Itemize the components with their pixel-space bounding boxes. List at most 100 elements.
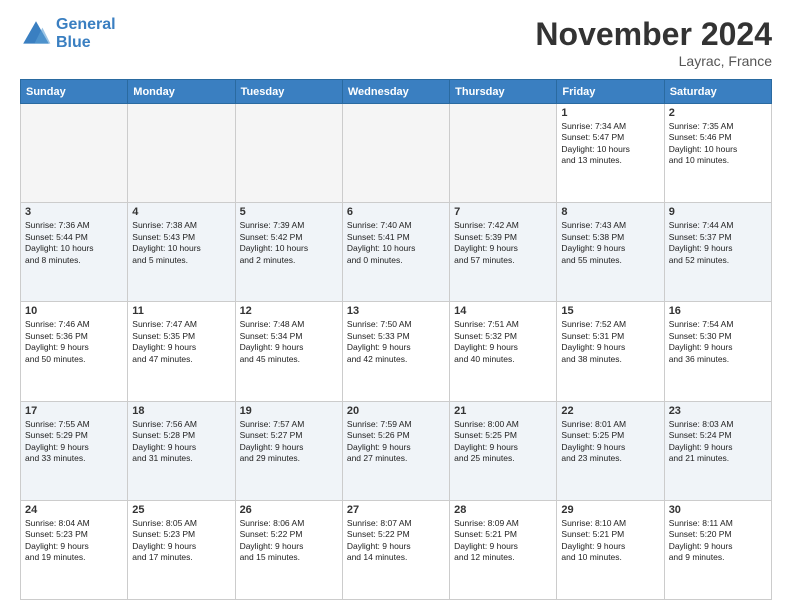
cell-info: Sunrise: 7:44 AM Sunset: 5:37 PM Dayligh…: [669, 220, 767, 266]
day-number: 17: [25, 405, 123, 417]
month-title: November 2024: [535, 16, 772, 53]
day-number: 8: [561, 206, 659, 218]
calendar-cell: 15Sunrise: 7:52 AM Sunset: 5:31 PM Dayli…: [557, 302, 664, 401]
day-number: 9: [669, 206, 767, 218]
calendar-week-row: 10Sunrise: 7:46 AM Sunset: 5:36 PM Dayli…: [21, 302, 772, 401]
weekday-header-monday: Monday: [128, 80, 235, 104]
day-number: 10: [25, 305, 123, 317]
calendar-week-row: 17 Sunrise: 7:55 AM Sunset: 5:29 PM Dayli…: [21, 401, 772, 500]
calendar-cell: [235, 104, 342, 203]
calendar-cell: 21 Sunrise: 8:00 AM Sunset: 5:25 PM Dayli…: [450, 401, 557, 500]
day-number: 27: [347, 504, 445, 516]
calendar-header-row: SundayMondayTuesdayWednesdayThursdayFrid…: [21, 80, 772, 104]
calendar-cell: 9 Sunrise: 7:44 AM Sunset: 5:37 PM Daylig…: [664, 203, 771, 302]
weekday-header-tuesday: Tuesday: [235, 80, 342, 104]
day-number: 29: [561, 504, 659, 516]
cell-info: Sunrise: 7:55 AM Sunset: 5:29 PM Dayligh…: [25, 419, 123, 465]
cell-info: Sunrise: 7:36 AM Sunset: 5:44 PM Dayligh…: [25, 220, 123, 266]
cell-info: Sunrise: 7:42 AM Sunset: 5:39 PM Dayligh…: [454, 220, 552, 266]
calendar-cell: 1 Sunrise: 7:34 AM Sunset: 5:47 PM Daylig…: [557, 104, 664, 203]
calendar-cell: 19 Sunrise: 7:57 AM Sunset: 5:27 PM Dayli…: [235, 401, 342, 500]
day-number: 11: [132, 305, 230, 317]
cell-info: Sunrise: 7:34 AM Sunset: 5:47 PM Dayligh…: [561, 121, 659, 167]
logo: General Blue: [20, 16, 116, 51]
calendar-cell: 24Sunrise: 8:04 AM Sunset: 5:23 PM Dayli…: [21, 500, 128, 599]
day-number: 15: [561, 305, 659, 317]
day-number: 22: [561, 405, 659, 417]
cell-info: Sunrise: 7:51 AM Sunset: 5:32 PM Dayligh…: [454, 319, 552, 365]
weekday-header-sunday: Sunday: [21, 80, 128, 104]
calendar-cell: 11Sunrise: 7:47 AM Sunset: 5:35 PM Dayli…: [128, 302, 235, 401]
cell-info: Sunrise: 7:40 AM Sunset: 5:41 PM Dayligh…: [347, 220, 445, 266]
cell-info: Sunrise: 8:05 AM Sunset: 5:23 PM Dayligh…: [132, 518, 230, 564]
calendar-cell: 17 Sunrise: 7:55 AM Sunset: 5:29 PM Dayli…: [21, 401, 128, 500]
day-number: 1: [561, 107, 659, 119]
logo-icon: [20, 18, 52, 50]
weekday-header-thursday: Thursday: [450, 80, 557, 104]
cell-info: Sunrise: 8:03 AM Sunset: 5:24 PM Dayligh…: [669, 419, 767, 465]
cell-info: Sunrise: 7:38 AM Sunset: 5:43 PM Dayligh…: [132, 220, 230, 266]
day-number: 6: [347, 206, 445, 218]
calendar-cell: [450, 104, 557, 203]
day-number: 28: [454, 504, 552, 516]
calendar-cell: 28 Sunrise: 8:09 AM Sunset: 5:21 PM Dayli…: [450, 500, 557, 599]
calendar-cell: 22 Sunrise: 8:01 AM Sunset: 5:25 PM Dayli…: [557, 401, 664, 500]
cell-info: Sunrise: 7:43 AM Sunset: 5:38 PM Dayligh…: [561, 220, 659, 266]
day-number: 20: [347, 405, 445, 417]
cell-info: Sunrise: 7:59 AM Sunset: 5:26 PM Dayligh…: [347, 419, 445, 465]
calendar-cell: 4Sunrise: 7:38 AM Sunset: 5:43 PM Daylig…: [128, 203, 235, 302]
day-number: 12: [240, 305, 338, 317]
day-number: 18: [132, 405, 230, 417]
cell-info: Sunrise: 7:54 AM Sunset: 5:30 PM Dayligh…: [669, 319, 767, 365]
calendar-cell: 13Sunrise: 7:50 AM Sunset: 5:33 PM Dayli…: [342, 302, 449, 401]
calendar-cell: 27 Sunrise: 8:07 AM Sunset: 5:22 PM Dayli…: [342, 500, 449, 599]
calendar-cell: 3Sunrise: 7:36 AM Sunset: 5:44 PM Daylig…: [21, 203, 128, 302]
calendar-cell: 16Sunrise: 7:54 AM Sunset: 5:30 PM Dayli…: [664, 302, 771, 401]
calendar-cell: 26 Sunrise: 8:06 AM Sunset: 5:22 PM Dayli…: [235, 500, 342, 599]
calendar-week-row: 3Sunrise: 7:36 AM Sunset: 5:44 PM Daylig…: [21, 203, 772, 302]
calendar-table: SundayMondayTuesdayWednesdayThursdayFrid…: [20, 79, 772, 600]
day-number: 19: [240, 405, 338, 417]
day-number: 26: [240, 504, 338, 516]
logo-line2: Blue: [56, 34, 91, 51]
cell-info: Sunrise: 8:06 AM Sunset: 5:22 PM Dayligh…: [240, 518, 338, 564]
cell-info: Sunrise: 7:39 AM Sunset: 5:42 PM Dayligh…: [240, 220, 338, 266]
calendar-cell: 7 Sunrise: 7:42 AM Sunset: 5:39 PM Daylig…: [450, 203, 557, 302]
location-title: Layrac, France: [535, 53, 772, 69]
cell-info: Sunrise: 7:57 AM Sunset: 5:27 PM Dayligh…: [240, 419, 338, 465]
cell-info: Sunrise: 8:09 AM Sunset: 5:21 PM Dayligh…: [454, 518, 552, 564]
weekday-header-saturday: Saturday: [664, 80, 771, 104]
cell-info: Sunrise: 8:07 AM Sunset: 5:22 PM Dayligh…: [347, 518, 445, 564]
cell-info: Sunrise: 7:48 AM Sunset: 5:34 PM Dayligh…: [240, 319, 338, 365]
cell-info: Sunrise: 7:50 AM Sunset: 5:33 PM Dayligh…: [347, 319, 445, 365]
weekday-header-wednesday: Wednesday: [342, 80, 449, 104]
calendar-week-row: 24Sunrise: 8:04 AM Sunset: 5:23 PM Dayli…: [21, 500, 772, 599]
header: General Blue November 2024 Layrac, Franc…: [20, 16, 772, 69]
calendar-cell: 2 Sunrise: 7:35 AM Sunset: 5:46 PM Daylig…: [664, 104, 771, 203]
cell-info: Sunrise: 7:56 AM Sunset: 5:28 PM Dayligh…: [132, 419, 230, 465]
day-number: 7: [454, 206, 552, 218]
day-number: 2: [669, 107, 767, 119]
day-number: 14: [454, 305, 552, 317]
day-number: 21: [454, 405, 552, 417]
day-number: 25: [132, 504, 230, 516]
calendar-cell: 25 Sunrise: 8:05 AM Sunset: 5:23 PM Dayli…: [128, 500, 235, 599]
calendar-cell: [342, 104, 449, 203]
calendar-cell: [128, 104, 235, 203]
calendar-cell: 29 Sunrise: 8:10 AM Sunset: 5:21 PM Dayli…: [557, 500, 664, 599]
title-block: November 2024 Layrac, France: [535, 16, 772, 69]
calendar-cell: 20 Sunrise: 7:59 AM Sunset: 5:26 PM Dayli…: [342, 401, 449, 500]
day-number: 24: [25, 504, 123, 516]
cell-info: Sunrise: 8:11 AM Sunset: 5:20 PM Dayligh…: [669, 518, 767, 564]
day-number: 30: [669, 504, 767, 516]
cell-info: Sunrise: 8:10 AM Sunset: 5:21 PM Dayligh…: [561, 518, 659, 564]
cell-info: Sunrise: 8:00 AM Sunset: 5:25 PM Dayligh…: [454, 419, 552, 465]
calendar-week-row: 1 Sunrise: 7:34 AM Sunset: 5:47 PM Daylig…: [21, 104, 772, 203]
cell-info: Sunrise: 8:01 AM Sunset: 5:25 PM Dayligh…: [561, 419, 659, 465]
logo-line1: General: [56, 16, 116, 33]
day-number: 23: [669, 405, 767, 417]
cell-info: Sunrise: 7:35 AM Sunset: 5:46 PM Dayligh…: [669, 121, 767, 167]
logo-text: General Blue: [56, 16, 116, 51]
calendar-cell: 14 Sunrise: 7:51 AM Sunset: 5:32 PM Dayli…: [450, 302, 557, 401]
calendar-cell: 8 Sunrise: 7:43 AM Sunset: 5:38 PM Daylig…: [557, 203, 664, 302]
